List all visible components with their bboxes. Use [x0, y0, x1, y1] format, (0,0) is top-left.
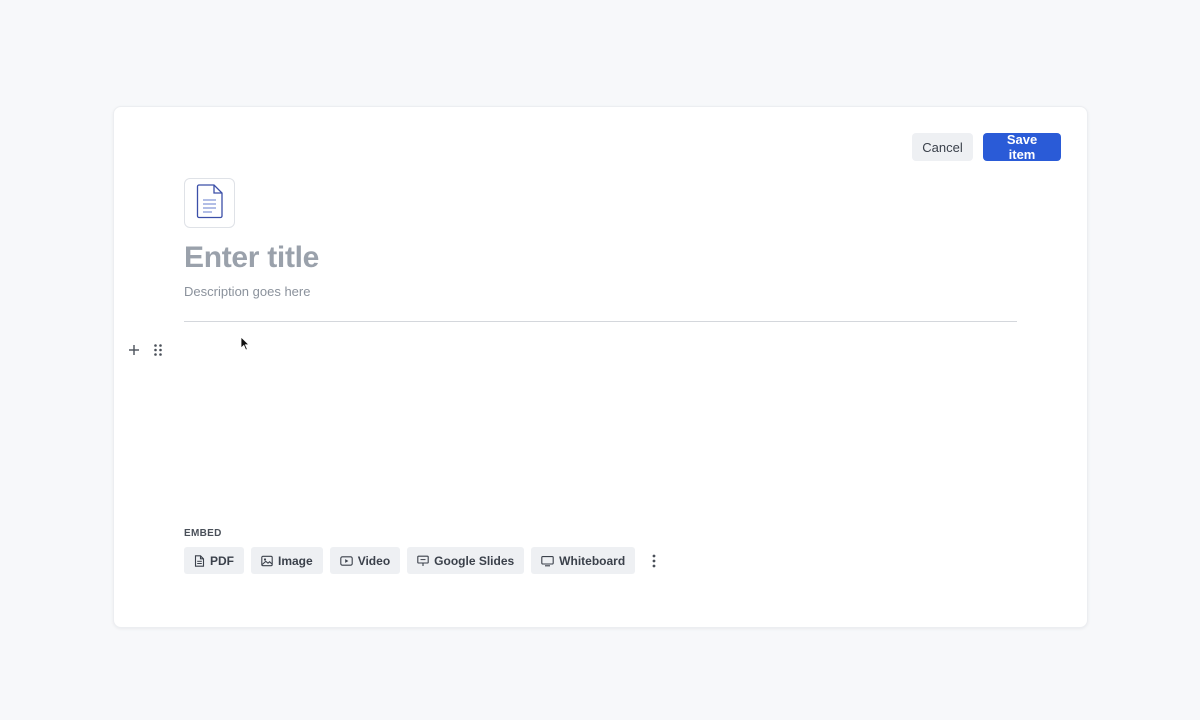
description-input[interactable]: Description goes here: [184, 284, 310, 299]
mouse-pointer-icon: [240, 336, 250, 356]
cancel-button[interactable]: Cancel: [912, 133, 973, 161]
embed-section-label: EMBED: [184, 528, 222, 539]
embed-whiteboard-button[interactable]: Whiteboard: [531, 547, 636, 574]
embed-toolbar: PDF Image Video Google Slides Whiteboard: [184, 547, 666, 574]
document-icon: [196, 183, 224, 224]
header-actions: Cancel Save item: [912, 132, 1061, 162]
save-item-button[interactable]: Save item: [983, 132, 1061, 162]
document-icon-button[interactable]: [184, 178, 235, 228]
embed-video-label: Video: [357, 553, 391, 568]
embed-google-slides-button[interactable]: Google Slides: [407, 547, 525, 574]
embed-whiteboard-label: Whiteboard: [559, 553, 626, 568]
embed-video-button[interactable]: Video: [329, 547, 401, 574]
pdf-icon: [194, 554, 205, 567]
image-icon: [261, 555, 273, 567]
block-tools: [127, 343, 165, 357]
slides-icon: [417, 555, 429, 567]
embed-pdf-label: PDF: [210, 553, 234, 568]
embed-image-button[interactable]: Image: [251, 547, 323, 574]
drag-handle-icon[interactable]: [151, 343, 165, 357]
plus-icon[interactable]: [127, 343, 141, 357]
embed-image-label: Image: [278, 553, 313, 568]
embed-google-slides-label: Google Slides: [434, 553, 515, 568]
whiteboard-icon: [541, 555, 554, 567]
embed-pdf-button[interactable]: PDF: [184, 547, 244, 574]
video-icon: [339, 555, 353, 567]
title-divider: [184, 321, 1017, 322]
title-input[interactable]: Enter title: [184, 241, 319, 275]
more-vertical-icon[interactable]: [642, 547, 666, 574]
editor-card: Cancel Save item Enter title Description…: [113, 106, 1088, 628]
